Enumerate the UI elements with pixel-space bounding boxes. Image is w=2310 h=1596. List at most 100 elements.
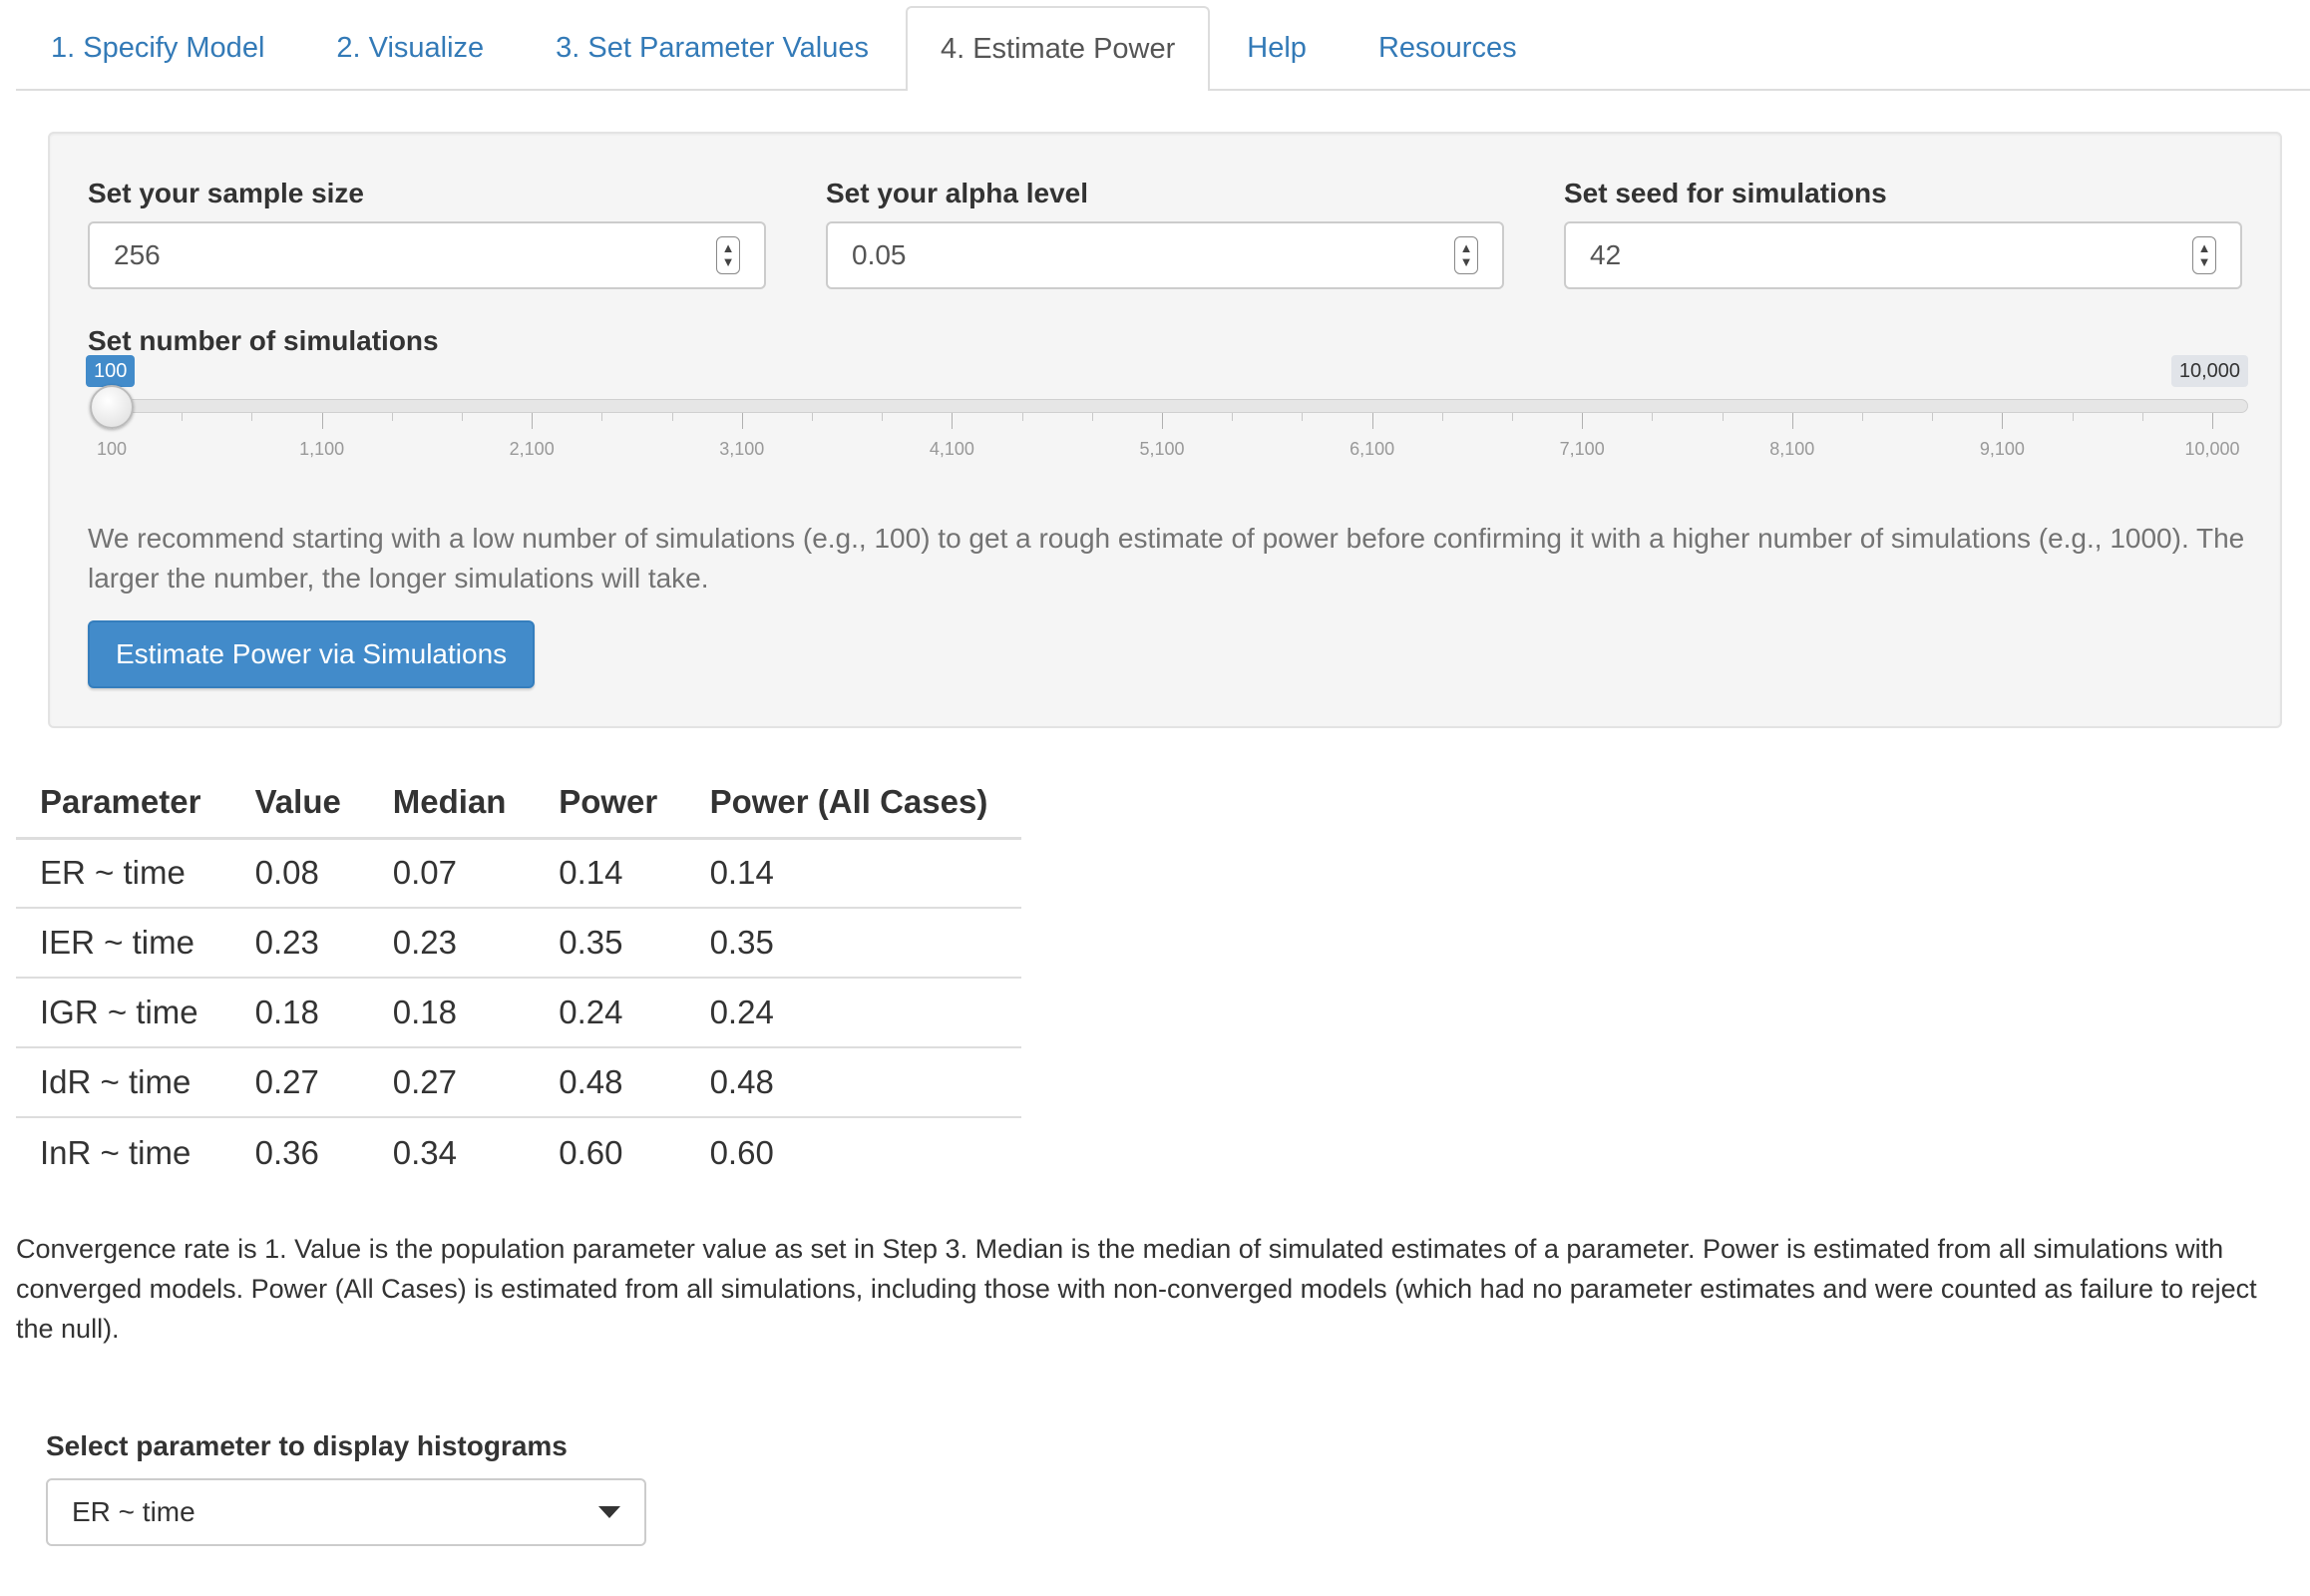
table-cell: IdR ~ time bbox=[16, 1047, 231, 1118]
slider-tick-label: 7,100 bbox=[1559, 439, 1605, 459]
alpha-value: 0.05 bbox=[852, 239, 907, 270]
slider-tick bbox=[1791, 413, 1793, 429]
table-cell: 0.60 bbox=[709, 1133, 774, 1171]
column-header: Parameter bbox=[16, 768, 231, 840]
histogram-parameter-select[interactable]: ER ~ time bbox=[46, 1478, 646, 1546]
slider-minor-tick bbox=[1021, 413, 1023, 421]
simulations-label: Set number of simulations bbox=[88, 325, 439, 356]
table-cell: IER ~ time bbox=[16, 908, 231, 979]
spinner-icon[interactable]: ▲ ▼ bbox=[1454, 236, 1478, 274]
simulations-slider[interactable]: 100 10,000 100 1,100 2,100 3,100 4,100 5,100 6… bbox=[86, 355, 2248, 485]
app-page: 1. Specify Model 2. Visualize 3. Set Param… bbox=[0, 0, 2310, 1596]
slider-handle[interactable] bbox=[90, 385, 134, 429]
slider-tick bbox=[1582, 413, 1584, 429]
slider-tick-label: 100 bbox=[96, 439, 128, 459]
slider-tick bbox=[2002, 413, 2004, 429]
simulation-settings-panel: Set your sample size 256 ▲ ▼ Set your alp… bbox=[48, 132, 2282, 728]
power-results-table: Parameter Value Median Power Power (All Case… bbox=[16, 768, 1021, 1187]
slider-tick-label: 5,100 bbox=[1139, 439, 1185, 459]
sample-size-input[interactable]: 256 ▲ ▼ bbox=[88, 221, 766, 289]
table-cell: IGR ~ time bbox=[16, 978, 231, 1048]
tab-resources[interactable]: Resources bbox=[1344, 6, 1552, 89]
table-cell: ER ~ time bbox=[16, 838, 231, 909]
table-row: ER ~ time 0.08 0.07 0.14 0.14 bbox=[16, 838, 1021, 909]
slider-current-badge: 100 bbox=[86, 355, 136, 387]
table-cell: 0.48 bbox=[535, 1047, 686, 1118]
slider-minor-tick bbox=[2141, 413, 2143, 421]
slider-minor-tick bbox=[391, 413, 393, 421]
table-cell: 0.18 bbox=[368, 978, 536, 1048]
slider-tick-label: 4,100 bbox=[929, 439, 974, 459]
table-cell: 0.08 bbox=[230, 838, 369, 909]
sample-size-label: Set your sample size bbox=[88, 178, 365, 208]
slider-minor-tick bbox=[1232, 413, 1234, 421]
table-cell: 0.24 bbox=[535, 978, 686, 1048]
table-cell: 0.48 bbox=[685, 1047, 1021, 1118]
table-body: ER ~ time 0.08 0.07 0.14 0.14 IER ~ time 0.23 0… bbox=[16, 838, 1021, 1187]
slider-tick bbox=[1371, 413, 1373, 429]
seed-label: Set seed for simulations bbox=[1564, 178, 1887, 208]
slider-minor-tick bbox=[671, 413, 673, 421]
column-header: Value bbox=[230, 768, 369, 840]
table-cell: 0.14 bbox=[535, 838, 686, 909]
slider-tick-label: 3,100 bbox=[719, 439, 765, 459]
slider-tick bbox=[321, 413, 323, 429]
slider-tick-label: 10,000 bbox=[2184, 439, 2240, 459]
main-tabs: 1. Specify Model 2. Visualize 3. Set Param… bbox=[16, 6, 2310, 91]
slider-tick bbox=[741, 413, 743, 429]
table-cell: 0.34 bbox=[392, 1133, 458, 1171]
seed-input[interactable]: 42 ▲ ▼ bbox=[1564, 221, 2242, 289]
slider-minor-tick bbox=[1441, 413, 1443, 421]
table-cell: 0.60 bbox=[559, 1133, 623, 1171]
slider-track[interactable] bbox=[106, 399, 2248, 413]
slider-tick-label: 6,100 bbox=[1349, 439, 1395, 459]
histogram-select-label: Select parameter to display histograms bbox=[46, 1430, 568, 1461]
slider-minor-tick bbox=[1862, 413, 1863, 421]
slider-minor-tick bbox=[1932, 413, 1934, 421]
chevron-down-icon bbox=[598, 1506, 620, 1518]
slider-minor-tick bbox=[601, 413, 603, 421]
table-cell: 0.27 bbox=[368, 1047, 536, 1118]
slider-minor-tick bbox=[1512, 413, 1513, 421]
slider-tick-label: 8,100 bbox=[1769, 439, 1815, 459]
histogram-select-value: ER ~ time bbox=[72, 1496, 195, 1527]
table-header-row: Parameter Value Median Power Power (All Case… bbox=[16, 768, 1021, 840]
slider-max-badge: 10,000 bbox=[2170, 355, 2248, 387]
estimate-power-button[interactable]: Estimate Power via Simulations bbox=[88, 620, 536, 688]
column-header: Power (All Cases) bbox=[685, 768, 1021, 840]
table-row: IdR ~ time 0.27 0.27 0.48 0.48 bbox=[16, 1047, 1021, 1118]
slider-tick-label: 9,100 bbox=[1979, 439, 2025, 459]
alpha-label: Set your alpha level bbox=[826, 178, 1088, 208]
table-cell: 0.23 bbox=[230, 908, 369, 979]
slider-tick-label: 1,100 bbox=[299, 439, 345, 459]
slider-minor-tick bbox=[812, 413, 813, 421]
slider-minor-tick bbox=[1091, 413, 1093, 421]
spinner-icon[interactable]: ▲ ▼ bbox=[716, 236, 740, 274]
slider-minor-tick bbox=[462, 413, 463, 421]
column-header: Median bbox=[368, 768, 536, 840]
slider-tick-label: 2,100 bbox=[509, 439, 555, 459]
tab-2-visualize[interactable]: 2. Visualize bbox=[301, 6, 519, 89]
tab-1-specify-model[interactable]: 1. Specify Model bbox=[16, 6, 299, 89]
tab-4-estimate-power[interactable]: 4. Estimate Power bbox=[905, 6, 1211, 91]
alpha-input[interactable]: 0.05 ▲ ▼ bbox=[826, 221, 1504, 289]
slider-tick bbox=[2212, 413, 2213, 429]
simulations-help-text: We recommend starting with a low number … bbox=[88, 523, 2245, 594]
slider-minor-tick bbox=[882, 413, 884, 421]
table-cell: 0.23 bbox=[368, 908, 536, 979]
table-cell: 0.24 bbox=[685, 978, 1021, 1048]
spinner-icon[interactable]: ▲ ▼ bbox=[2192, 236, 2216, 274]
sample-size-value: 256 bbox=[114, 239, 161, 270]
tab-3-set-parameter-values[interactable]: 3. Set Parameter Values bbox=[521, 6, 904, 89]
table-cell: 0.18 bbox=[230, 978, 369, 1048]
seed-value: 42 bbox=[1590, 239, 1622, 270]
table-cell: 0.14 bbox=[685, 838, 1021, 909]
tab-help[interactable]: Help bbox=[1212, 6, 1342, 89]
results-note: Convergence rate is 1. Value is the popu… bbox=[16, 1234, 2257, 1344]
column-header: Power bbox=[535, 768, 686, 840]
slider-minor-tick bbox=[1302, 413, 1304, 421]
table-cell: 0.27 bbox=[230, 1047, 369, 1118]
slider-tick bbox=[532, 413, 534, 429]
table-cell: 0.35 bbox=[685, 908, 1021, 979]
table-cell: 0.36 bbox=[254, 1133, 319, 1171]
